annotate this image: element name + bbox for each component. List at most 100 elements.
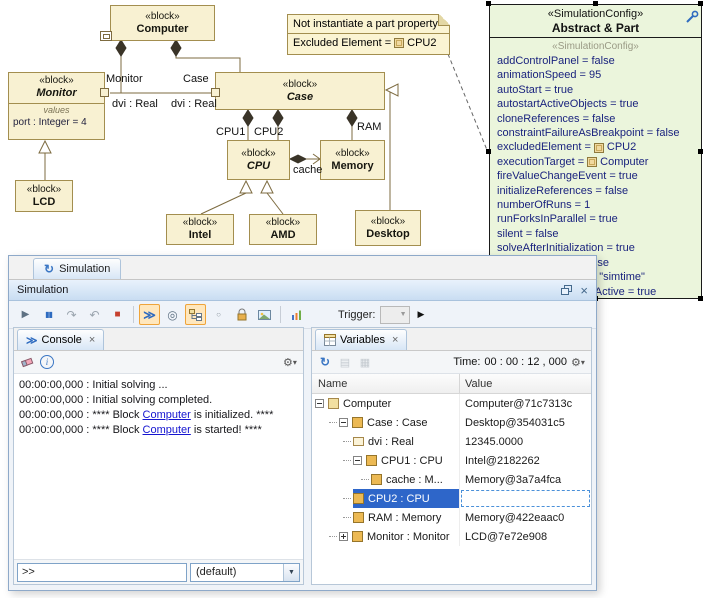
run-button[interactable]: ▶ <box>15 304 36 325</box>
restore-icon <box>561 285 572 295</box>
tab-simulation[interactable]: ↻ Simulation <box>33 258 121 279</box>
toolbar-separator <box>280 306 281 323</box>
pause-button[interactable]: ▮▮ <box>38 304 59 325</box>
row-name: RAM : Memory <box>368 512 441 524</box>
selection-handle[interactable] <box>593 1 598 6</box>
console-input[interactable]: >> <box>17 563 187 582</box>
generalization-intel-cpu[interactable] <box>201 193 246 214</box>
refresh-button[interactable]: ↻ <box>316 353 334 371</box>
table-row-selected[interactable]: CPU2 : CPU <box>312 489 591 508</box>
lock-ui-button[interactable] <box>231 304 252 325</box>
variables-pane: Variables × ↻ ▤ ▦ Time: 00 : 00 : 12 , 0… <box>311 327 592 585</box>
row-name: Computer <box>343 398 391 410</box>
composite-diamond <box>116 40 126 56</box>
step-over-button[interactable]: ↶ <box>84 304 105 325</box>
table-row[interactable]: RAM : Memory Memory@422eaac0 <box>312 508 591 527</box>
step-into-button[interactable]: ↷ <box>61 304 82 325</box>
tree-guide <box>329 536 337 538</box>
column-header-value[interactable]: Value <box>460 374 591 393</box>
block-icon <box>587 157 597 167</box>
composite-diamond <box>347 110 357 126</box>
value-property: port : Integer = 4 <box>9 116 104 129</box>
trigger-select[interactable]: ▼ <box>380 306 410 324</box>
column-header-name[interactable]: Name <box>312 374 460 393</box>
note-excl-label: Excluded Element = <box>293 37 391 49</box>
collapse-icon[interactable] <box>339 418 348 427</box>
block-computer[interactable]: «block» Computer <box>110 5 215 41</box>
window-title-bar[interactable]: Simulation × <box>9 280 596 301</box>
element-link[interactable]: Computer <box>143 409 191 421</box>
snapshot-button[interactable] <box>254 304 275 325</box>
selection-handle[interactable] <box>698 149 703 154</box>
table-row[interactable]: Computer Computer@71c7313c <box>312 394 591 413</box>
part-icon <box>353 493 364 504</box>
part-icon <box>352 417 363 428</box>
block-monitor[interactable]: «block» Monitor values port : Integer = … <box>8 72 105 140</box>
window-title: Simulation <box>17 284 553 296</box>
block-name: Memory <box>321 160 384 173</box>
config-property: numberOfRuns = 1 <box>497 198 701 212</box>
collapse-icon[interactable] <box>315 399 324 408</box>
row-value: 12345.0000 <box>460 432 591 451</box>
close-window-button[interactable]: × <box>580 284 588 297</box>
export-chart-button[interactable] <box>286 304 307 325</box>
info-button[interactable]: i <box>38 353 56 371</box>
generalization-desktop-case[interactable] <box>390 90 398 210</box>
block-cpu[interactable]: «block» CPU <box>227 140 290 180</box>
port-dvi-monitor[interactable] <box>100 88 109 97</box>
block-intel[interactable]: «block» Intel <box>166 214 234 245</box>
element-link[interactable]: Computer <box>143 424 191 436</box>
close-tab-icon[interactable]: × <box>89 334 95 346</box>
breakpoint-button[interactable]: ○ <box>208 304 229 325</box>
block-name: Monitor <box>9 87 104 100</box>
block-name: LCD <box>16 196 72 209</box>
variables-icon <box>324 334 336 346</box>
table-row[interactable]: Case : Case Desktop@354031c5 <box>312 413 591 432</box>
toolbar-overflow-button[interactable]: ▶ <box>418 309 425 320</box>
selection-handle[interactable] <box>698 296 703 301</box>
console-context-select[interactable]: (default) ▼ <box>190 563 300 582</box>
selection-handle[interactable] <box>698 1 703 6</box>
animation-target-button[interactable]: ◎ <box>162 304 183 325</box>
tab-console[interactable]: ≫ Console × <box>17 329 104 350</box>
time-label: Time: <box>453 356 480 368</box>
tab-variables[interactable]: Variables × <box>315 329 407 350</box>
block-amd[interactable]: «block» AMD <box>249 214 317 245</box>
table-row[interactable]: cache : M... Memory@3a7a4fca <box>312 470 591 489</box>
association-computer-case[interactable] <box>176 41 240 72</box>
table-row[interactable]: CPU1 : CPU Intel@2182262 <box>312 451 591 470</box>
block-name: Case <box>216 91 384 104</box>
console-options-button[interactable]: ⚙ ▾ <box>281 353 299 371</box>
stereotype-label: «block» <box>356 216 420 228</box>
close-tab-icon[interactable]: × <box>392 334 398 346</box>
restore-window-button[interactable] <box>561 285 572 295</box>
stereotype-label: «block» <box>250 217 316 229</box>
selection-handle[interactable] <box>486 1 491 6</box>
terminate-button[interactable]: ■ <box>107 304 128 325</box>
note-anchor-line[interactable] <box>448 54 487 150</box>
port-dvi-case[interactable] <box>211 88 220 97</box>
block-lcd[interactable]: «block» LCD <box>15 180 73 212</box>
note-excluded-element[interactable]: Not instantiate a part property Excluded… <box>287 14 450 55</box>
variables-options-button[interactable]: ⚙ ▾ <box>569 353 587 371</box>
table-row[interactable]: Monitor : Monitor LCD@7e72e908 <box>312 527 591 546</box>
generalization-amd-cpu[interactable] <box>267 193 283 214</box>
export-button[interactable]: ▦ <box>356 353 374 371</box>
table-row[interactable]: dvi : Real 12345.0000 <box>312 432 591 451</box>
value-edit-field[interactable] <box>461 490 590 507</box>
config-name: Abstract & Part <box>490 21 701 35</box>
block-memory[interactable]: «block» Memory <box>320 140 385 180</box>
block-desktop[interactable]: «block» Desktop <box>355 210 421 246</box>
expand-icon[interactable] <box>339 532 348 541</box>
console-pane: ≫ Console × i <box>13 327 304 585</box>
generalization-arrow <box>386 84 398 96</box>
block-name: CPU <box>228 160 289 173</box>
role-label-case: Case <box>183 73 209 85</box>
block-case[interactable]: «block» Case <box>215 72 385 110</box>
run-fast-toggle[interactable]: ≫ <box>139 304 160 325</box>
collapse-icon[interactable] <box>353 456 362 465</box>
selection-handle[interactable] <box>486 149 491 154</box>
save-snapshot-button[interactable]: ▤ <box>336 353 354 371</box>
clear-console-button[interactable] <box>18 353 36 371</box>
auto-open-diagrams-toggle[interactable] <box>185 304 206 325</box>
